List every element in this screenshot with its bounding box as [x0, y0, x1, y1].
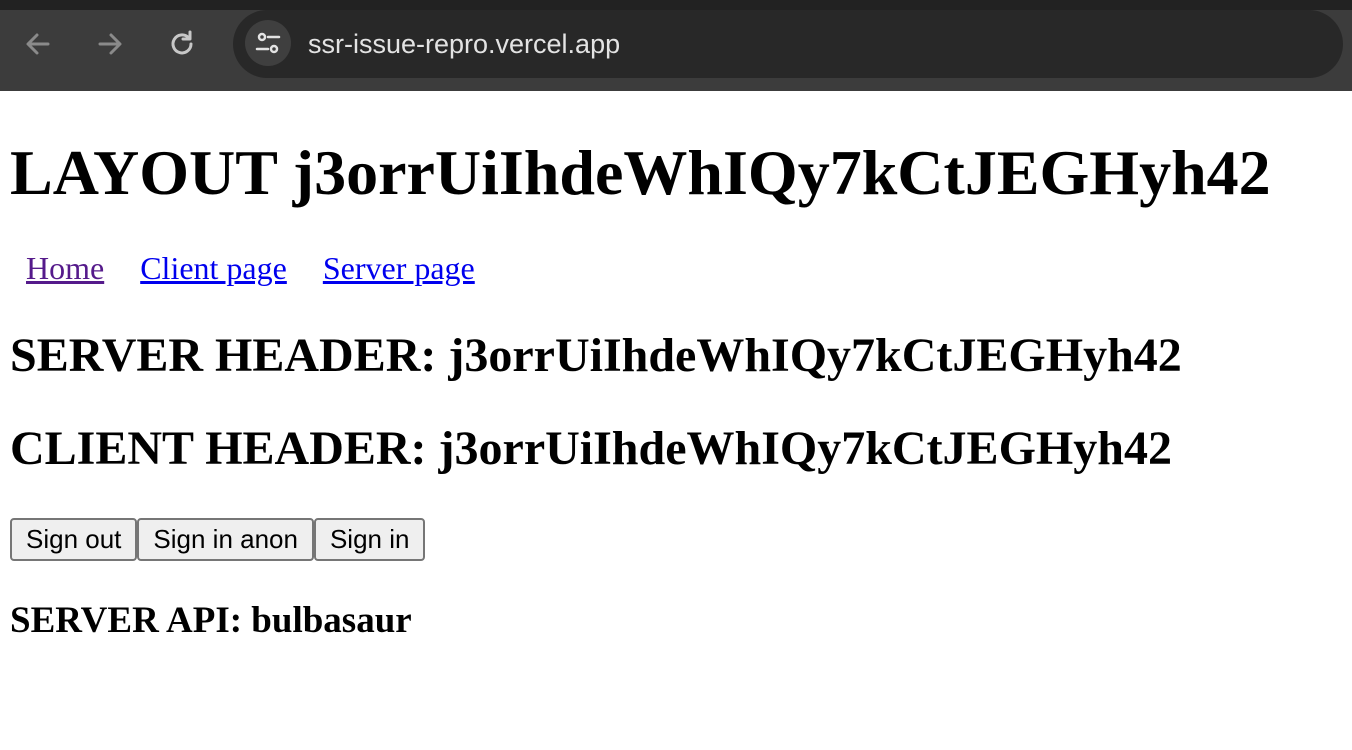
url-text[interactable]: ssr-issue-repro.vercel.app	[308, 10, 620, 78]
back-button[interactable]	[20, 26, 56, 62]
tune-icon	[255, 32, 281, 54]
client-header: CLIENT HEADER: j3orrUiIhdeWhIQy7kCtJEGHy…	[10, 422, 1172, 475]
server-page-link[interactable]: Server page	[323, 250, 475, 286]
arrow-left-icon	[26, 33, 50, 55]
server-header: SERVER HEADER: j3orrUiIhdeWhIQy7kCtJEGHy…	[10, 329, 1182, 382]
layout-title: LAYOUT j3orrUiIhdeWhIQy7kCtJEGHyh42	[10, 137, 1271, 208]
sign-out-button[interactable]: Sign out	[10, 518, 138, 561]
sign-in-button[interactable]: Sign in	[313, 518, 426, 561]
client-page-link[interactable]: Client page	[140, 250, 287, 286]
site-info-button[interactable]	[245, 20, 291, 66]
server-api-result: SERVER API: bulbasaur	[10, 600, 412, 641]
address-bar[interactable]: ssr-issue-repro.vercel.app	[233, 10, 1343, 78]
auth-buttons: Sign out Sign in anon Sign in	[10, 518, 426, 561]
reload-button[interactable]	[164, 26, 200, 62]
nav-links: Home Client page Server page	[26, 248, 503, 288]
sign-in-anon-button[interactable]: Sign in anon	[137, 518, 314, 561]
arrow-right-icon	[98, 33, 122, 55]
browser-toolbar: ssr-issue-repro.vercel.app	[0, 0, 1352, 91]
home-link[interactable]: Home	[26, 250, 104, 286]
reload-icon	[171, 30, 193, 55]
forward-button[interactable]	[92, 26, 128, 62]
